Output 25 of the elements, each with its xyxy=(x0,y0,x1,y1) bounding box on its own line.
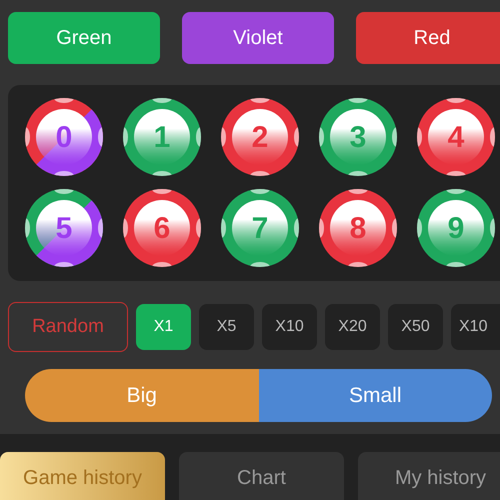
multiplier-button[interactable]: X20 xyxy=(325,304,380,350)
multiplier-button[interactable]: X5 xyxy=(199,304,254,350)
multiplier-button[interactable]: X10 xyxy=(451,304,500,350)
color-button[interactable]: Violet xyxy=(182,12,334,64)
number-ball[interactable]: 4 xyxy=(416,97,496,177)
size-button[interactable]: Small xyxy=(258,369,492,422)
color-button[interactable]: Green xyxy=(8,12,160,64)
size-button[interactable]: Big xyxy=(25,369,258,422)
number-ball[interactable]: 5 xyxy=(24,188,104,268)
history-tab[interactable]: Chart xyxy=(179,452,344,500)
number-ball[interactable]: 1 xyxy=(122,97,202,177)
multiplier-button[interactable]: X50 xyxy=(388,304,443,350)
number-ball[interactable]: 6 xyxy=(122,188,202,268)
history-tab[interactable]: Game history xyxy=(0,452,165,500)
number-ball[interactable]: 7 xyxy=(220,188,300,268)
number-ball[interactable]: 9 xyxy=(416,188,496,268)
number-ball[interactable]: 2 xyxy=(220,97,300,177)
number-ball[interactable]: 8 xyxy=(318,188,398,268)
number-ball[interactable]: 3 xyxy=(318,97,398,177)
history-tab[interactable]: My history xyxy=(358,452,500,500)
color-button[interactable]: Red xyxy=(356,12,500,64)
multiplier-button[interactable]: X1 xyxy=(136,304,191,350)
multiplier-button[interactable]: X10 xyxy=(262,304,317,350)
number-ball[interactable]: 0 xyxy=(24,97,104,177)
random-button[interactable]: Random xyxy=(8,302,128,352)
